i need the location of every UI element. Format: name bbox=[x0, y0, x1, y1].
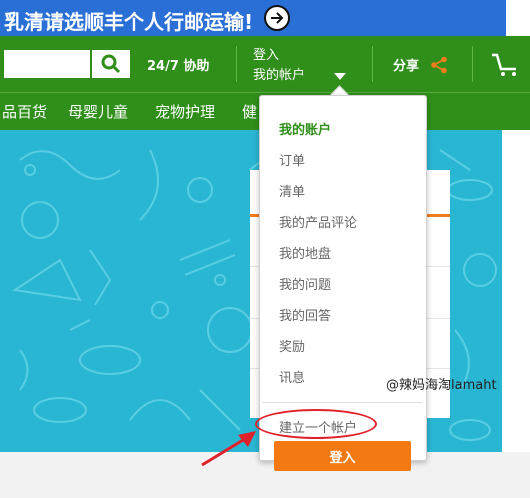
header-divider bbox=[236, 46, 237, 82]
annotation-arrow-icon bbox=[201, 431, 256, 467]
promo-banner-text: 乳清请选顺丰个人行邮运输! bbox=[4, 10, 254, 34]
arrow-right-icon[interactable] bbox=[264, 5, 290, 31]
account-menu-trigger[interactable]: 登入 我的帐户 bbox=[253, 46, 305, 86]
watermark: @辣妈海淘lamaht bbox=[386, 378, 497, 393]
category-item[interactable]: 品百货 bbox=[2, 101, 47, 122]
help-link[interactable]: 24/7 协助 bbox=[147, 55, 209, 74]
annotation-circle bbox=[255, 409, 377, 439]
header-divider bbox=[472, 46, 473, 82]
share-icon[interactable] bbox=[430, 56, 448, 74]
menu-item-my-questions[interactable]: 我的问题 bbox=[279, 274, 331, 293]
category-item[interactable]: 宠物护理 bbox=[155, 101, 215, 122]
menu-item-rewards[interactable]: 奖励 bbox=[279, 336, 305, 355]
divider bbox=[262, 402, 422, 403]
share-link[interactable]: 分享 bbox=[393, 55, 419, 74]
menu-item-my-space[interactable]: 我的地盘 bbox=[279, 243, 331, 262]
chevron-down-icon[interactable] bbox=[334, 73, 346, 80]
search-input[interactable] bbox=[4, 50, 90, 78]
my-account-label: 我的帐户 bbox=[253, 68, 306, 83]
login-button[interactable]: 登入 bbox=[274, 441, 411, 471]
search-icon bbox=[101, 54, 121, 74]
menu-item-lists[interactable]: 清单 bbox=[279, 181, 305, 200]
menu-item-product-reviews[interactable]: 我的产品评论 bbox=[279, 212, 357, 231]
login-label: 登入 bbox=[253, 48, 280, 63]
category-item[interactable]: 母婴儿童 bbox=[68, 101, 128, 122]
menu-item-messages[interactable]: 讯息 bbox=[279, 367, 305, 386]
search-button[interactable] bbox=[90, 50, 130, 78]
menu-item-orders[interactable]: 订单 bbox=[279, 150, 305, 169]
page-margin bbox=[506, 0, 530, 36]
menu-item-my-answers[interactable]: 我的回答 bbox=[279, 305, 331, 324]
page-margin bbox=[502, 130, 530, 452]
cart-icon[interactable] bbox=[490, 52, 520, 78]
category-item[interactable]: 健 bbox=[242, 101, 257, 122]
header-divider bbox=[372, 46, 373, 82]
menu-item-my-account[interactable]: 我的账户 bbox=[279, 119, 331, 138]
